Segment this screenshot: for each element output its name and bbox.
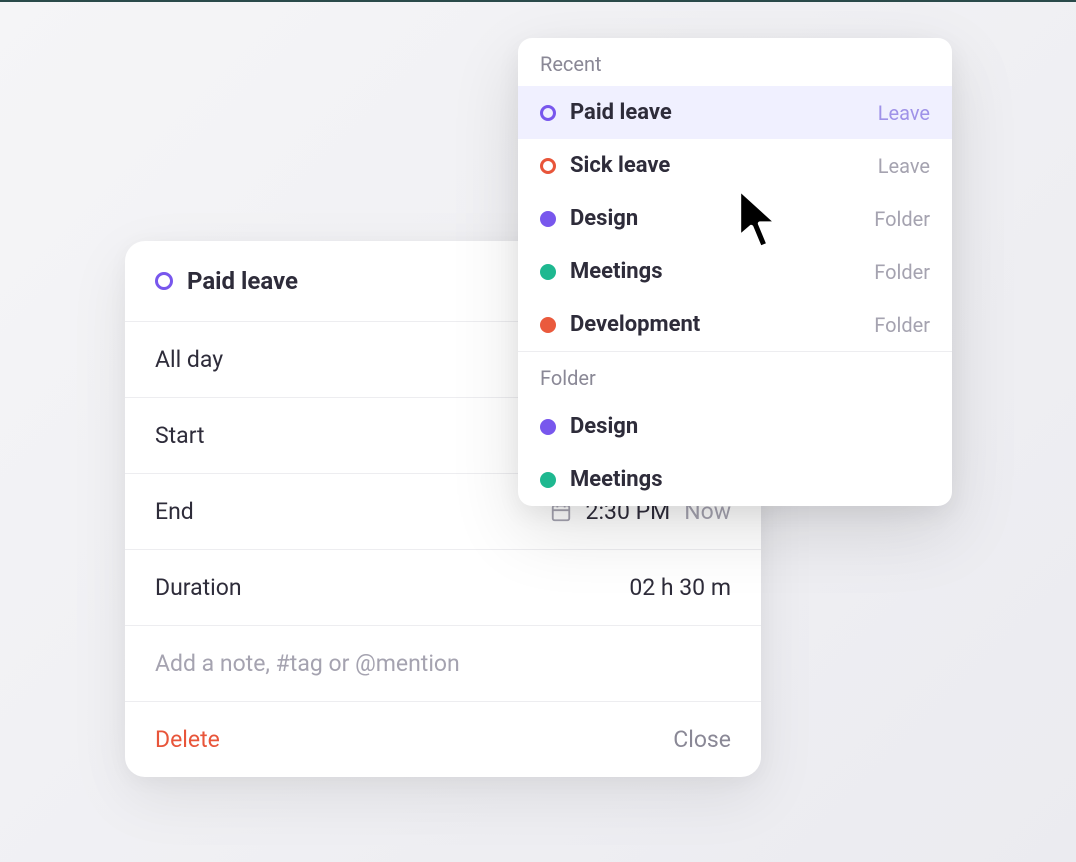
dropdown-item-label: Design: [570, 206, 860, 231]
entry-title: Paid leave: [187, 267, 298, 295]
category-dot-icon: [540, 264, 556, 280]
dropdown-item-type: Folder: [874, 313, 930, 337]
dropdown-item-label: Meetings: [570, 467, 930, 492]
dropdown-item-recent[interactable]: Meetings Folder: [518, 245, 952, 298]
end-label: End: [155, 498, 194, 525]
category-dot-icon: [540, 211, 556, 227]
dropdown-item-recent[interactable]: Design Folder: [518, 192, 952, 245]
start-label: Start: [155, 422, 205, 449]
duration-row[interactable]: Duration 02 h 30 m: [125, 549, 761, 625]
duration-value: 02 h 30 m: [629, 574, 731, 601]
dropdown-item-label: Design: [570, 414, 930, 439]
category-dot-icon: [540, 105, 556, 121]
category-dot-icon: [540, 419, 556, 435]
folder-list: Design Meetings: [518, 400, 952, 506]
close-button[interactable]: Close: [673, 726, 731, 753]
note-input[interactable]: Add a note, #tag or @mention: [155, 650, 460, 677]
dropdown-item-label: Paid leave: [570, 100, 864, 125]
category-dot-icon: [540, 472, 556, 488]
dropdown-item-type: Folder: [874, 207, 930, 231]
note-row[interactable]: Add a note, #tag or @mention: [125, 625, 761, 701]
recent-section-label: Recent: [518, 38, 952, 86]
dropdown-item-recent[interactable]: Sick leave Leave: [518, 139, 952, 192]
delete-button[interactable]: Delete: [155, 726, 220, 753]
dropdown-item-label: Sick leave: [570, 153, 864, 178]
recent-list: Paid leave Leave Sick leave Leave Design Fold…: [518, 86, 952, 351]
all-day-label: All day: [155, 346, 223, 373]
dropdown-item-folder[interactable]: Design: [518, 400, 952, 453]
dropdown-item-type: Leave: [878, 154, 930, 178]
category-dot-icon: [540, 317, 556, 333]
action-row: Delete Close: [125, 701, 761, 777]
dropdown-item-type: Leave: [878, 101, 930, 125]
dropdown-item-type: Folder: [874, 260, 930, 284]
top-border-line: [0, 0, 1076, 2]
dropdown-item-recent[interactable]: Paid leave Leave: [518, 86, 952, 139]
category-dropdown: Recent Paid leave Leave Sick leave Leave Des…: [518, 38, 952, 506]
dropdown-item-label: Development: [570, 312, 860, 337]
dropdown-item-label: Meetings: [570, 259, 860, 284]
category-color-icon: [155, 272, 173, 290]
dropdown-item-recent[interactable]: Development Folder: [518, 298, 952, 351]
category-dot-icon: [540, 158, 556, 174]
duration-label: Duration: [155, 574, 242, 601]
folder-section-label: Folder: [518, 352, 952, 400]
dropdown-item-folder[interactable]: Meetings: [518, 453, 952, 506]
